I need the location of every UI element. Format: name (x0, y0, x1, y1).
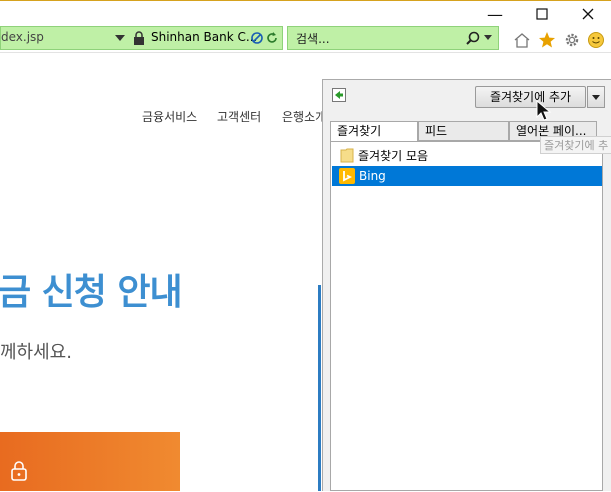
tab-feeds[interactable]: 피드 (418, 121, 509, 141)
feedback-smiley-icon[interactable] (586, 30, 606, 50)
close-icon (582, 8, 594, 20)
nav-bank-intro[interactable]: 은행소개 (282, 108, 326, 125)
site-identity[interactable]: Shinhan Bank C... (151, 30, 257, 44)
add-to-favorites-button[interactable]: 즐겨찾기에 추가 (475, 86, 586, 108)
nav-customer-center[interactable]: 고객센터 (217, 108, 261, 125)
chevron-down-icon (592, 94, 600, 100)
address-url: dex.jsp (1, 30, 44, 44)
search-bar[interactable]: 검색... (287, 26, 499, 50)
close-button[interactable] (565, 0, 611, 28)
favorites-star-icon[interactable] (537, 30, 557, 50)
address-dropdown-icon[interactable] (115, 35, 125, 43)
page-headline: 금 신청 안내 (0, 272, 183, 313)
maximize-button[interactable] (519, 0, 565, 28)
lock-icon[interactable] (133, 31, 145, 45)
padlock-icon (11, 461, 27, 481)
tab-favorites[interactable]: 즐겨찾기 (330, 121, 418, 142)
home-icon[interactable] (512, 30, 532, 50)
mouse-cursor-icon (536, 100, 552, 121)
list-item-label: Bing (359, 169, 386, 183)
login-banner[interactable] (0, 432, 180, 491)
maximize-icon (536, 8, 548, 20)
page-accent-line (318, 285, 321, 491)
add-to-favorites-dropdown[interactable] (587, 86, 605, 108)
nav-financial-services[interactable]: 금융서비스 (142, 108, 197, 125)
settings-gear-icon[interactable] (562, 30, 582, 50)
minimize-button[interactable]: — (472, 0, 518, 28)
stop-icon[interactable] (251, 32, 263, 44)
pin-arrow-icon (335, 91, 343, 99)
search-dropdown-icon[interactable] (484, 35, 492, 41)
search-input[interactable]: 검색... (296, 30, 330, 47)
search-icon[interactable] (466, 31, 480, 45)
refresh-icon[interactable] (266, 32, 278, 44)
tooltip: 즐겨찾기에 추 (540, 136, 611, 154)
list-item-selected[interactable]: Bing (332, 166, 602, 186)
bing-icon (339, 168, 355, 184)
page-subtitle: 께하세요. (0, 342, 72, 363)
folder-icon (340, 148, 354, 163)
pin-favorites-center-button[interactable] (332, 88, 346, 102)
favorites-list (330, 141, 603, 491)
address-bar[interactable]: dex.jsp Shinhan Bank C... (0, 26, 283, 50)
list-item-label: 즐겨찾기 모음 (358, 148, 429, 163)
